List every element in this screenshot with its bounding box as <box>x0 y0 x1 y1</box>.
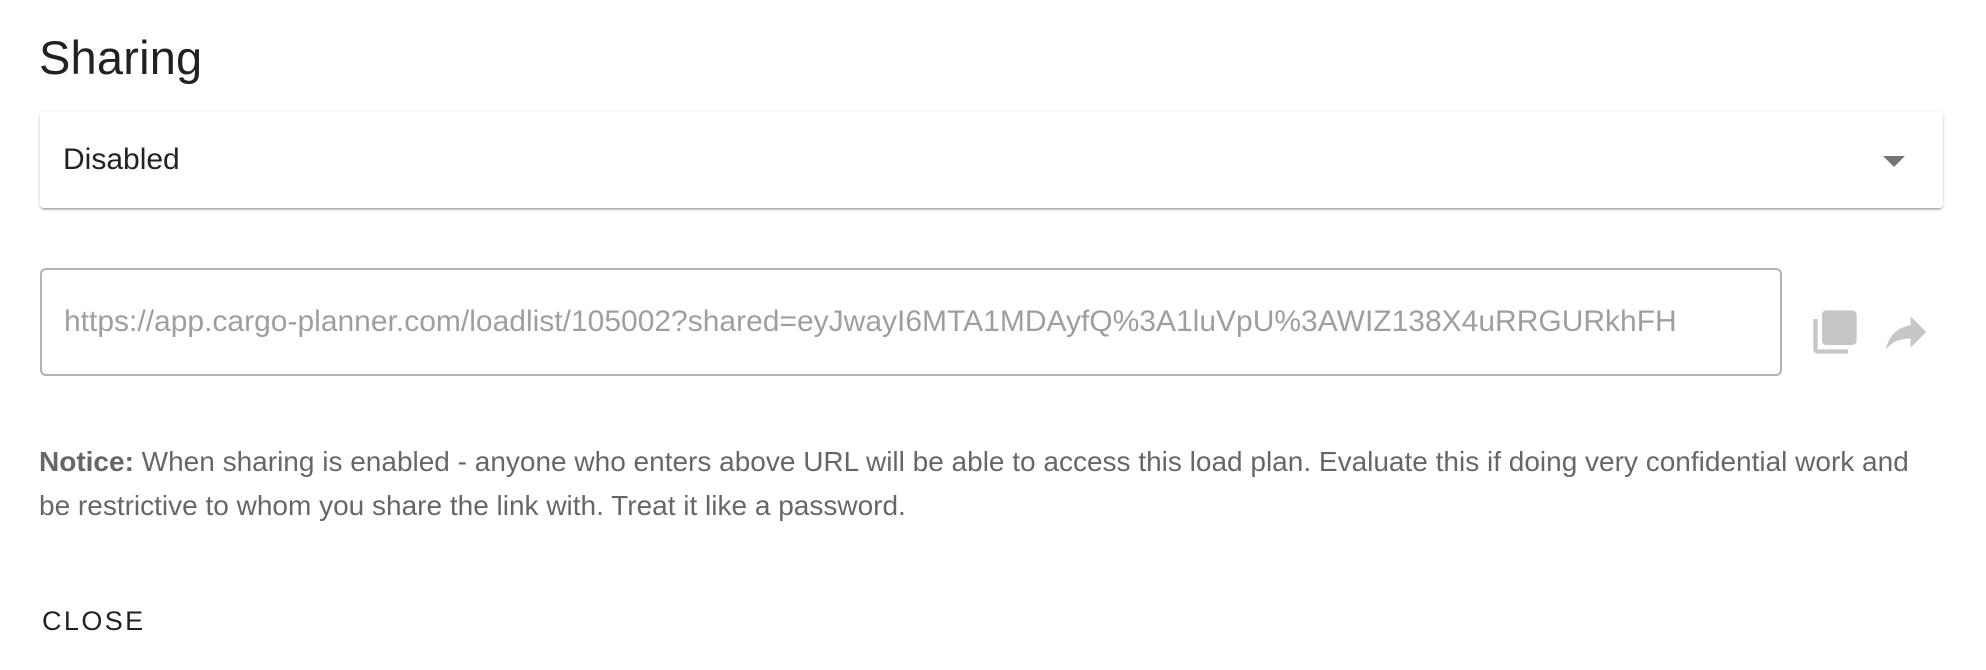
share-url-button[interactable] <box>1874 300 1938 364</box>
share-url-input[interactable] <box>64 300 1760 344</box>
sharing-notice: Notice: When sharing is enabled - anyone… <box>39 440 1944 528</box>
chevron-down-icon <box>1883 156 1905 167</box>
copy-icon <box>1809 306 1861 358</box>
dialog-title: Sharing <box>39 31 203 84</box>
sharing-mode-selected-value: Disabled <box>63 143 180 176</box>
notice-label: Notice: <box>39 446 134 477</box>
sharing-mode-select[interactable]: Disabled <box>40 112 1943 208</box>
notice-text: When sharing is enabled - anyone who ent… <box>39 446 1909 521</box>
share-url-field[interactable] <box>40 268 1782 376</box>
share-icon <box>1879 305 1933 359</box>
sharing-dialog: Sharing Disabled Notice: When sharing is… <box>0 0 1986 670</box>
copy-url-button[interactable] <box>1803 300 1867 364</box>
close-button[interactable]: Close <box>26 594 162 648</box>
